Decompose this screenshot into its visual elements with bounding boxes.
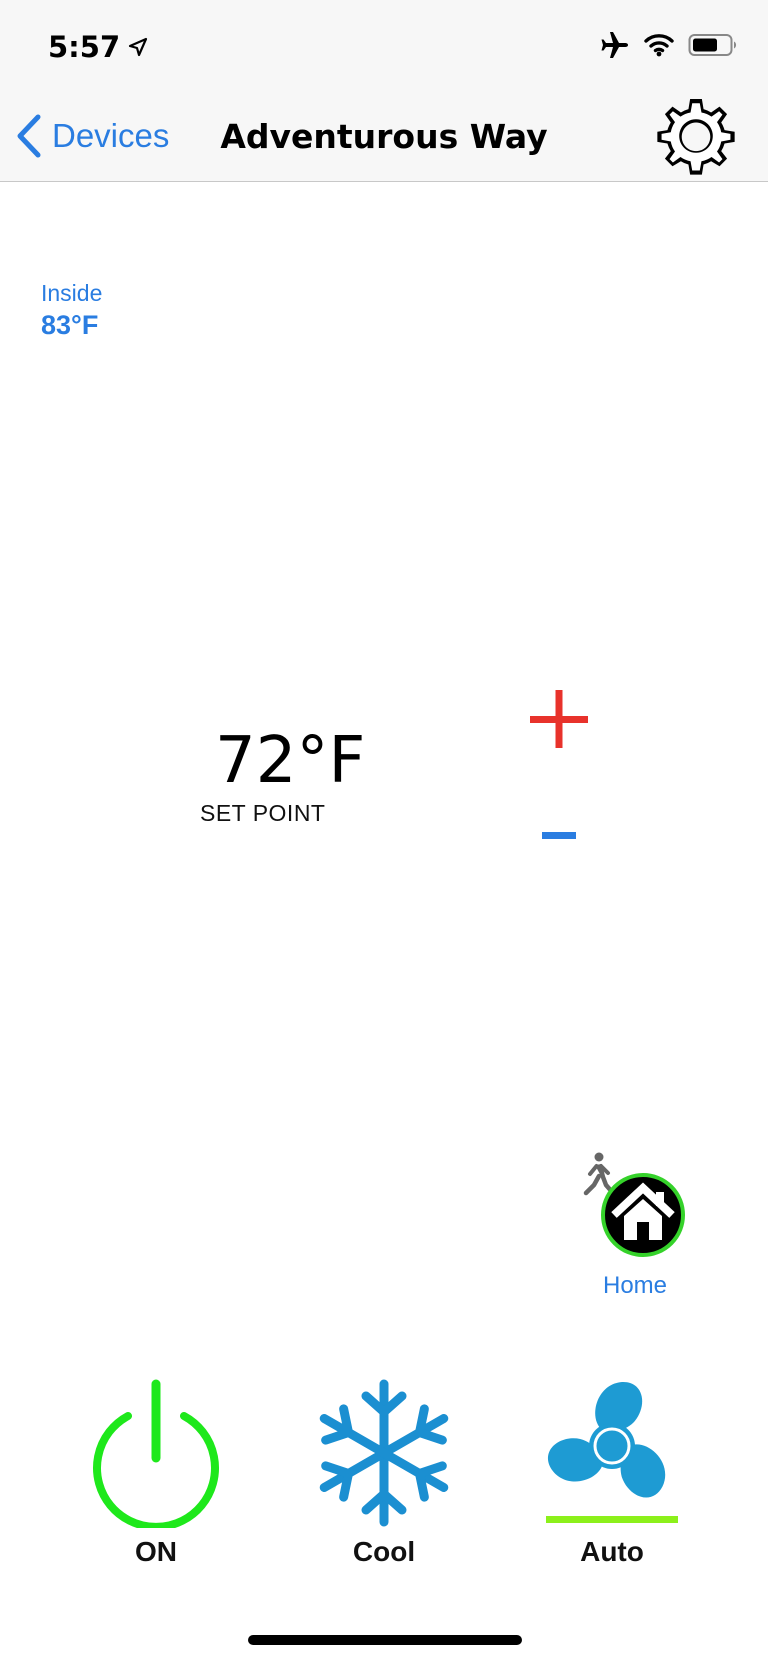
nav-bar: Devices Adventurous Way xyxy=(0,90,768,182)
clock-time: 5:57 xyxy=(48,30,121,64)
power-button[interactable]: ON xyxy=(76,1378,236,1568)
setpoint-value: 72°F xyxy=(215,724,366,798)
inside-value: 83°F xyxy=(41,310,99,340)
plus-icon[interactable] xyxy=(530,690,588,748)
power-label: ON xyxy=(135,1536,177,1567)
battery-icon xyxy=(688,34,737,56)
clock: 5:57 xyxy=(48,30,148,64)
fan-button[interactable]: Auto xyxy=(532,1378,692,1568)
minus-icon[interactable] xyxy=(540,820,578,850)
home-indicator[interactable] xyxy=(248,1635,522,1645)
snowflake-icon xyxy=(319,1379,449,1527)
house-icon[interactable] xyxy=(600,1172,686,1258)
location-arrow-icon xyxy=(129,37,148,57)
page-title: Adventurous Way xyxy=(220,116,548,156)
status-icons xyxy=(600,30,738,60)
mode-label: Cool xyxy=(352,1536,416,1567)
wifi-icon xyxy=(644,34,674,57)
home-label: Home xyxy=(602,1272,668,1299)
inside-temperature: Inside 83°F xyxy=(41,280,102,341)
inside-label: Inside xyxy=(41,280,103,306)
fan-label: Auto xyxy=(580,1536,644,1567)
mode-button[interactable]: Cool xyxy=(304,1378,464,1568)
power-icon xyxy=(93,1379,219,1528)
status-bar: 5:57 xyxy=(0,0,768,90)
airplane-icon xyxy=(601,32,628,58)
fan-icon xyxy=(546,1381,678,1523)
setpoint-label: SET POINT xyxy=(200,800,326,826)
gear-icon[interactable] xyxy=(654,94,738,178)
